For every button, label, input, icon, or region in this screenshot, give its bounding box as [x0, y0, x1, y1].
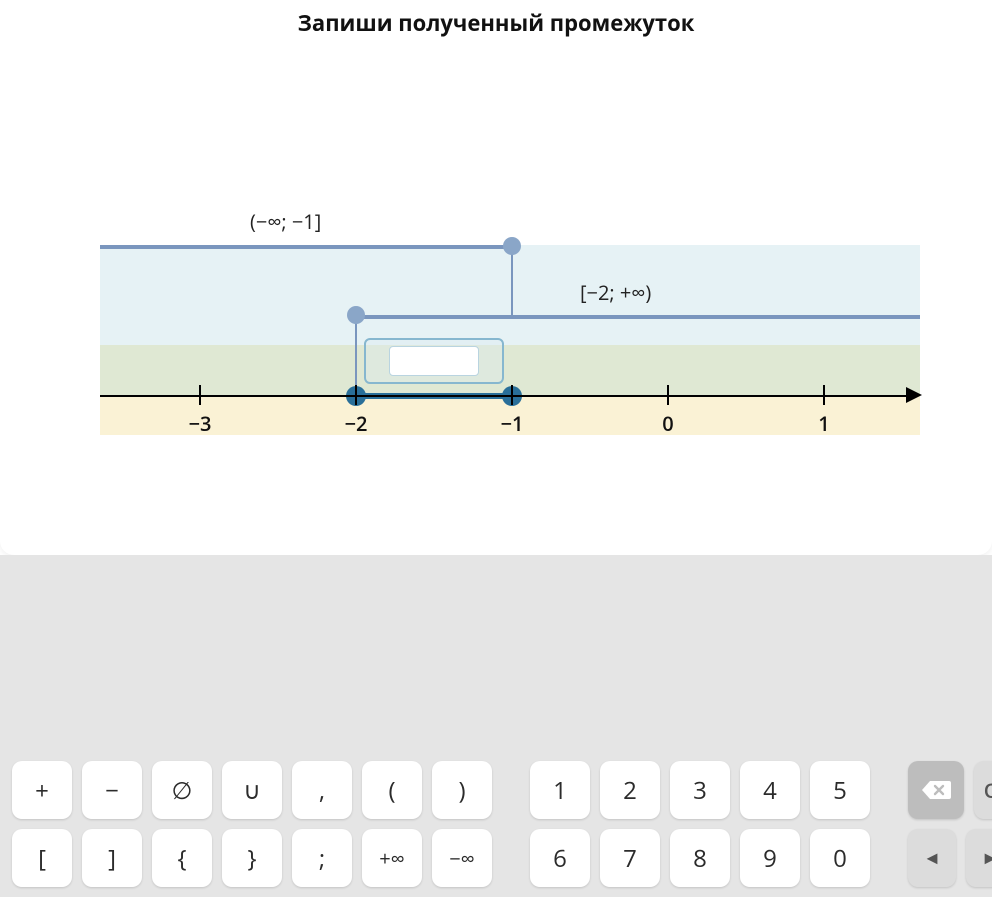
tick-label: 1: [818, 410, 829, 437]
keyboard-area: + − ∅ ∪ , ( ) 1 2 3 4 5 OK: [0, 555, 992, 897]
key-5[interactable]: 5: [810, 761, 870, 819]
tick: [355, 385, 357, 405]
key-plus[interactable]: +: [12, 761, 72, 819]
key-empty-set[interactable]: ∅: [152, 761, 212, 819]
key-arrow-left[interactable]: ◄: [908, 829, 956, 887]
key-rbrace[interactable]: }: [222, 829, 282, 887]
key-9[interactable]: 9: [740, 829, 800, 887]
interval-b-connector: [355, 315, 357, 395]
tick-label: −2: [345, 410, 368, 437]
interval-a-line: [100, 245, 513, 249]
key-arrow-right[interactable]: ►: [966, 829, 992, 887]
interval-b-endpoint-dot: [347, 306, 365, 324]
tick: [823, 385, 825, 405]
key-minus-infinity[interactable]: −∞: [432, 829, 492, 887]
key-gap: [502, 829, 520, 887]
tick-label: 0: [662, 410, 673, 437]
number-line-axis: [100, 395, 914, 397]
key-ok[interactable]: OK: [974, 761, 992, 819]
key-plus-infinity[interactable]: +∞: [362, 829, 422, 887]
tick: [199, 385, 201, 405]
key-lparen[interactable]: (: [362, 761, 422, 819]
on-screen-keyboard: + − ∅ ∪ , ( ) 1 2 3 4 5 OK: [0, 749, 992, 897]
interval-a-connector: [511, 245, 513, 315]
tick: [511, 385, 513, 405]
interval-a-endpoint-dot: [503, 237, 521, 255]
key-union[interactable]: ∪: [222, 761, 282, 819]
keyboard-row-1: + − ∅ ∪ , ( ) 1 2 3 4 5 OK: [12, 761, 980, 819]
key-backspace[interactable]: [908, 761, 964, 819]
key-4[interactable]: 4: [740, 761, 800, 819]
interval-a-label: (−∞; −1]: [250, 208, 321, 235]
key-3[interactable]: 3: [670, 761, 730, 819]
answer-box: [364, 338, 504, 384]
axis-arrowhead-icon: [906, 387, 922, 403]
key-gap: [880, 761, 898, 819]
key-gap: [502, 761, 520, 819]
key-8[interactable]: 8: [670, 829, 730, 887]
key-0[interactable]: 0: [810, 829, 870, 887]
key-minus[interactable]: −: [82, 761, 142, 819]
number-line-diagram: (−∞; −1] [−2; +∞) −3 −2 −1 0 1: [100, 235, 920, 435]
question-title: Запиши полученный промежуток: [0, 8, 992, 38]
key-comma[interactable]: ,: [292, 761, 352, 819]
keyboard-row-2: [ ] { } ; +∞ −∞ 6 7 8 9 0 ◄ ►: [12, 829, 980, 887]
key-7[interactable]: 7: [600, 829, 660, 887]
question-panel: Запиши полученный промежуток (−∞; −1] [−…: [0, 0, 992, 555]
key-gap: [880, 829, 898, 887]
key-6[interactable]: 6: [530, 829, 590, 887]
interval-b-label: [−2; +∞): [580, 279, 651, 306]
key-lbrace[interactable]: {: [152, 829, 212, 887]
answer-input[interactable]: [389, 346, 479, 376]
key-rbracket[interactable]: ]: [82, 829, 142, 887]
interval-b-line: [356, 315, 920, 319]
tick: [667, 385, 669, 405]
tick-label: −1: [501, 410, 524, 437]
key-1[interactable]: 1: [530, 761, 590, 819]
key-2[interactable]: 2: [600, 761, 660, 819]
backspace-icon: [921, 780, 951, 800]
key-rparen[interactable]: ): [432, 761, 492, 819]
key-lbracket[interactable]: [: [12, 829, 72, 887]
key-semicolon[interactable]: ;: [292, 829, 352, 887]
tick-label: −3: [189, 410, 212, 437]
